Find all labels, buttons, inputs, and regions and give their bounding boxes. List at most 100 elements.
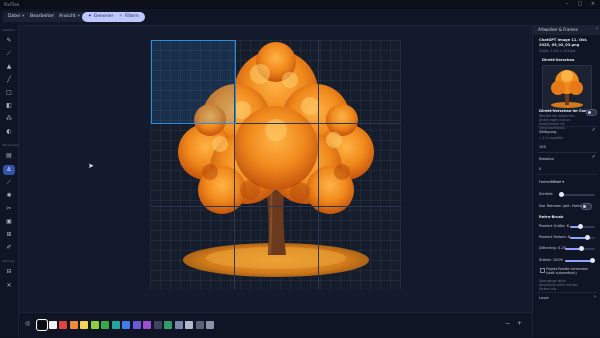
grid-tool-icon[interactable]: ⊞ xyxy=(3,230,15,240)
saturation-value[interactable]: 100 xyxy=(539,145,546,149)
chevron-down-icon: ▾ xyxy=(22,14,25,19)
layers-tool-icon[interactable]: ⊟ xyxy=(3,267,15,277)
zoom-out-icon[interactable]: − xyxy=(505,320,510,327)
divider xyxy=(537,126,597,127)
color-swatch[interactable] xyxy=(101,321,109,329)
color-swatch[interactable] xyxy=(80,321,88,329)
preview-thumbnail xyxy=(542,65,592,111)
layers-label: Layer xyxy=(539,296,550,300)
file-size: Größe: 1024 × 1024px xyxy=(539,49,576,53)
eyedropper-tool-icon[interactable]: ✐ xyxy=(3,243,15,253)
file-name: ChatGPT Image 11. Okt. 2025, 05_02_03.pn… xyxy=(539,38,588,47)
stamp-tool-icon[interactable]: ⚓ xyxy=(3,165,15,175)
swatch-select[interactable]: Mittel ▾ xyxy=(551,180,564,184)
fill-tool-icon[interactable]: ▲ xyxy=(3,62,15,72)
strength-slider[interactable] xyxy=(565,258,595,263)
mouse-cursor-icon: ➤ xyxy=(88,162,94,170)
title-bar: PixlTree – □ × xyxy=(0,0,600,9)
frame-selection[interactable] xyxy=(151,40,236,124)
saturation-hint: = 1.0 ungefähr xyxy=(539,136,564,140)
color-swatch[interactable] xyxy=(69,321,78,329)
brush-tool-icon[interactable]: ⟋ xyxy=(3,49,15,59)
check-icon[interactable]: ✓ xyxy=(592,154,596,160)
section-label-selection: Auswahl xyxy=(2,28,15,32)
close-icon[interactable]: × xyxy=(588,0,598,9)
right-panel: Artworker & Frames › ChatGPT Image 11. O… xyxy=(532,25,600,337)
sparkle-icon: ✦ xyxy=(88,14,92,19)
dither-label: Dithering: 0.20 xyxy=(539,246,567,250)
color-swatch[interactable] xyxy=(153,321,162,329)
use-project-palette-checkbox[interactable] xyxy=(540,268,545,273)
scissors-tool-icon[interactable]: ✂ xyxy=(3,204,15,214)
pixel-size-label: Pixelart Größe: 8 xyxy=(539,224,570,228)
filter-button[interactable]: ✧ Filtern xyxy=(113,12,145,22)
section-label-tools: Werkzeuge xyxy=(2,143,19,147)
panel-title: Artworker & Frames xyxy=(538,27,578,32)
use-project-palette-desc: Übergänge aktiv: Abstufung wählt auf den… xyxy=(539,279,579,291)
dots-tool-icon[interactable]: ⁂ xyxy=(3,114,15,124)
check-icon[interactable]: ✓ xyxy=(592,127,596,133)
chevron-down-icon: ▾ xyxy=(77,14,80,19)
frame-divider xyxy=(318,40,319,290)
zoom-in-icon[interactable]: + xyxy=(517,320,522,327)
chevron-down-icon: ▾ xyxy=(562,180,565,184)
star-tool-icon[interactable]: ✺ xyxy=(3,191,15,201)
canvas-preview-toggle[interactable] xyxy=(586,109,597,116)
color-swatch[interactable] xyxy=(132,321,141,329)
filter-icon: ✧ xyxy=(119,14,123,19)
menu-bar: Datei▾ Bearbeiten▾ Ansicht▾ ✦Generieren … xyxy=(0,9,600,26)
document-tool-icon[interactable]: ▤ xyxy=(3,151,15,161)
palette-bar: ◎ − + xyxy=(19,312,532,338)
sharpness-slider[interactable] xyxy=(559,192,595,197)
preview-tree-image xyxy=(551,70,583,108)
color-swatch[interactable] xyxy=(164,321,172,329)
saturation-field-line xyxy=(537,152,597,153)
frame-divider xyxy=(151,206,401,207)
pen-tool-icon[interactable]: ⟋ xyxy=(3,178,15,188)
dither-slider[interactable] xyxy=(565,246,595,251)
panel-header: Artworker & Frames › xyxy=(533,25,600,35)
palette-icon[interactable]: ◎ xyxy=(25,320,30,327)
canvas-preview-desc: Wendet die möglichen Änderungen live an.… xyxy=(539,114,575,130)
menu-view[interactable]: Ansicht ▾ xyxy=(54,12,85,22)
cross-tool-icon[interactable]: ✕ xyxy=(3,281,15,291)
color-swatch[interactable] xyxy=(206,321,214,329)
color-swatch[interactable] xyxy=(143,321,151,329)
rotation-label: Rotation xyxy=(539,157,555,161)
color-swatch[interactable] xyxy=(174,321,183,329)
only-frames-label: Nur Rahmen (akt. Farbe) xyxy=(539,204,584,208)
contrast-tool-icon[interactable]: ◐ xyxy=(3,127,15,137)
pencil-tool-icon[interactable]: ✎ xyxy=(3,36,15,46)
strength-label: Stärke: 100% xyxy=(539,258,564,262)
eraser-tool-icon[interactable]: ◧ xyxy=(3,101,15,111)
saturation-label: Sättigung xyxy=(539,130,557,134)
color-swatch[interactable] xyxy=(185,321,193,329)
minimize-icon[interactable]: – xyxy=(562,0,572,9)
collapse-icon[interactable]: › xyxy=(596,26,598,32)
use-project-palette-label: Projekt-Palette verwenden (statt automat… xyxy=(546,267,588,275)
rotation-field-line xyxy=(537,174,597,175)
pixel-colors-slider[interactable] xyxy=(570,235,595,240)
app-title: PixlTree xyxy=(4,2,20,7)
color-swatch[interactable] xyxy=(59,321,67,329)
pixel-size-slider[interactable] xyxy=(570,224,595,229)
line-tool-icon[interactable]: ╱ xyxy=(3,75,15,85)
color-swatch[interactable] xyxy=(111,321,120,329)
chevron-right-icon[interactable]: › xyxy=(594,294,596,300)
only-frames-toggle[interactable] xyxy=(581,203,592,210)
rotation-value[interactable]: 0 xyxy=(539,167,541,171)
swatch-label: Farben xyxy=(539,180,552,184)
left-toolbar: Auswahl ✎ ⟋ ▲ ╱ □ ◧ ⁂ ◐ Werkzeuge ▤ ⚓ ⟋ … xyxy=(0,25,19,337)
section-label-actions: Aktionen xyxy=(2,259,16,263)
divider xyxy=(537,292,597,293)
color-swatch[interactable] xyxy=(48,321,57,329)
color-swatch[interactable] xyxy=(36,319,48,331)
retro-brush-label: Retro-Brush xyxy=(539,215,564,219)
pixel-colors-label: Pixelart Farben: 8 xyxy=(539,235,571,239)
crop-tool-icon[interactable]: ▣ xyxy=(3,217,15,227)
rect-tool-icon[interactable]: □ xyxy=(3,88,15,98)
maximize-icon[interactable]: □ xyxy=(575,0,585,9)
color-swatch[interactable] xyxy=(195,321,204,329)
color-swatch[interactable] xyxy=(90,321,99,329)
color-swatch[interactable] xyxy=(122,321,130,329)
